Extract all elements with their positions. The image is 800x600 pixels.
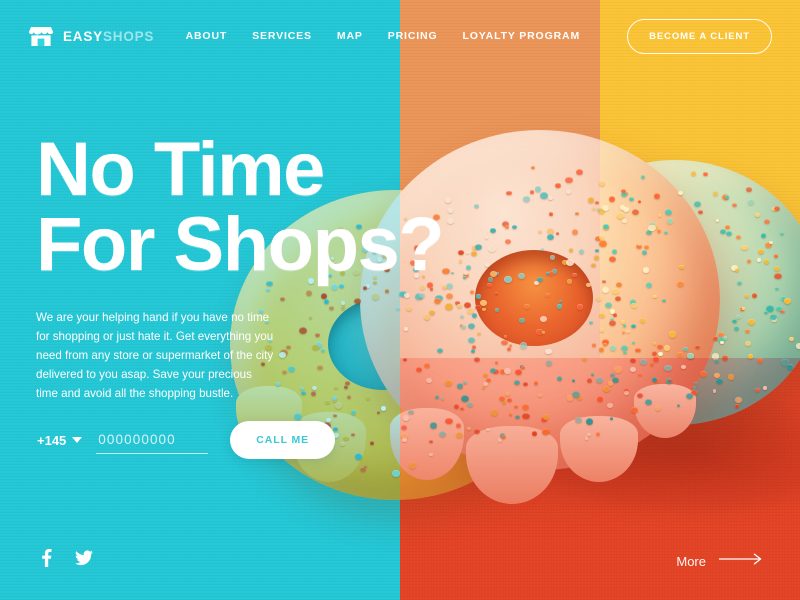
become-a-client-button[interactable]: BECOME A CLIENT: [627, 18, 772, 54]
phone-number-input[interactable]: [96, 426, 209, 454]
arrow-right-icon: [718, 552, 763, 570]
nav-item-pricing[interactable]: PRICING: [388, 30, 438, 42]
more-link[interactable]: More: [676, 552, 763, 570]
chevron-down-icon: [72, 437, 83, 443]
hero-section: No Time For Shops? We are your helping h…: [36, 127, 506, 403]
hero-paragraph: We are your helping hand if you have no …: [36, 311, 274, 400]
page-content: EASYSHOPS ABOUT SERVICES MAP PRICING LOY…: [0, 0, 800, 600]
main-navigation: ABOUT SERVICES MAP PRICING LOYALTY PROGR…: [186, 18, 772, 54]
nav-item-about[interactable]: ABOUT: [186, 30, 228, 42]
nav-item-loyalty-program[interactable]: LOYALTY PROGRAM: [462, 30, 580, 42]
call-request-form: +145 CALL ME: [37, 421, 336, 459]
facebook-icon[interactable]: [37, 549, 55, 567]
logo-text-light: SHOPS: [102, 28, 155, 44]
nav-item-map[interactable]: MAP: [337, 30, 363, 42]
nav-item-services[interactable]: SERVICES: [252, 30, 312, 42]
call-me-button[interactable]: CALL ME: [230, 421, 336, 459]
logo-text: EASYSHOPS: [63, 29, 154, 44]
page-title: No Time For Shops?: [36, 127, 445, 288]
more-label: More: [676, 553, 706, 569]
site-header: EASYSHOPS ABOUT SERVICES MAP PRICING LOY…: [0, 0, 800, 72]
page-stage: EASYSHOPS ABOUT SERVICES MAP PRICING LOY…: [0, 0, 800, 600]
logo[interactable]: EASYSHOPS: [28, 24, 154, 48]
storefront-icon: [28, 24, 54, 48]
social-links: [37, 549, 93, 567]
country-code-select[interactable]: +145: [37, 433, 96, 448]
twitter-icon[interactable]: [75, 549, 93, 567]
logo-text-bold: EASY: [63, 28, 103, 44]
country-code-value: +145: [37, 432, 67, 448]
